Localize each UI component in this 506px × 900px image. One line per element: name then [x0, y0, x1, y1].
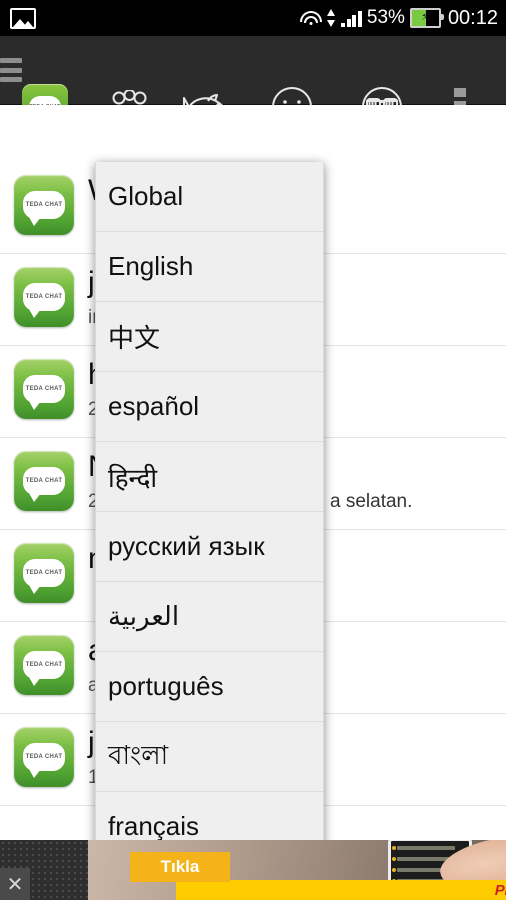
language-option[interactable]: español: [96, 372, 323, 442]
language-option[interactable]: 中文: [96, 302, 323, 372]
language-option-label: русский язык: [108, 531, 265, 561]
language-option[interactable]: português: [96, 652, 323, 722]
avatar-label: TEDA CHAT: [25, 478, 63, 484]
status-bar: 53% ⚡ 00:12: [0, 0, 506, 36]
avatar-label: TEDA CHAT: [25, 662, 63, 668]
language-option[interactable]: العربية: [96, 582, 323, 652]
banner-ad[interactable]: PEGASUS Tıkla ✕: [0, 840, 506, 900]
avatar: TEDA CHAT: [14, 451, 74, 511]
chat-item-name: j: [88, 726, 95, 759]
app-screen: 53% ⚡ 00:12 TEDA CHAT TEDA CHAT j TEDA C…: [0, 0, 506, 900]
language-option-label: English: [108, 251, 194, 281]
language-option[interactable]: русский язык: [96, 512, 323, 582]
close-icon[interactable]: ✕: [0, 868, 30, 900]
battery-percent-label: 53%: [366, 7, 405, 28]
avatar: TEDA CHAT: [14, 267, 74, 327]
avatar-label: TEDA CHAT: [25, 570, 63, 576]
avatar-label: TEDA CHAT: [25, 754, 63, 760]
avatar: TEDA CHAT: [14, 635, 74, 695]
image-icon: [10, 8, 36, 29]
clock-label: 00:12: [447, 6, 498, 29]
language-dropdown-list: Global English 中文 español हिन्दी русский язык…: [96, 162, 323, 889]
language-option-label: español: [108, 391, 200, 421]
avatar: TEDA CHAT: [14, 543, 74, 603]
language-option-label: العربية: [108, 601, 180, 631]
data-transfer-icon: [327, 9, 336, 27]
language-option[interactable]: Global: [96, 162, 323, 232]
avatar: TEDA CHAT: [14, 359, 74, 419]
chat-item-message: a selatan.: [330, 491, 413, 512]
language-option-label: français: [108, 811, 200, 841]
language-option[interactable]: বাংলা: [96, 722, 323, 792]
avatar-label: TEDA CHAT: [25, 386, 63, 392]
status-bar-system-icons: 53% ⚡ 00:12: [300, 0, 498, 36]
ad-brand-bar: PEGASUS: [176, 880, 506, 900]
language-dropdown-menu[interactable]: Global English 中文 español हिन्दी русский язык…: [95, 162, 324, 890]
language-option-label: português: [108, 671, 224, 701]
avatar: TEDA CHAT: [14, 175, 74, 235]
language-option-label: हिन्दी: [108, 462, 158, 493]
chat-item-name: j: [88, 266, 95, 299]
language-option-label: বাংলা: [108, 739, 169, 770]
ad-brand-label: PEGASUS: [494, 882, 506, 899]
language-option[interactable]: हिन्दी: [96, 442, 323, 512]
battery-charging-icon: ⚡: [409, 8, 444, 28]
ad-cta-button[interactable]: Tıkla: [130, 852, 230, 882]
action-bar: TEDA CHAT: [0, 36, 506, 130]
filter-toolbar: Global Shuffle Again: [0, 105, 506, 269]
signal-icon: [341, 10, 362, 27]
wifi-icon: [300, 10, 323, 27]
menu-icon[interactable]: [0, 58, 22, 82]
avatar-label: TEDA CHAT: [25, 202, 63, 208]
avatar: TEDA CHAT: [14, 727, 74, 787]
status-bar-notifications: [10, 8, 36, 29]
avatar-label: TEDA CHAT: [25, 294, 63, 300]
language-option-label: Global: [108, 181, 184, 211]
language-option-label: 中文: [108, 323, 161, 353]
language-option[interactable]: English: [96, 232, 323, 302]
